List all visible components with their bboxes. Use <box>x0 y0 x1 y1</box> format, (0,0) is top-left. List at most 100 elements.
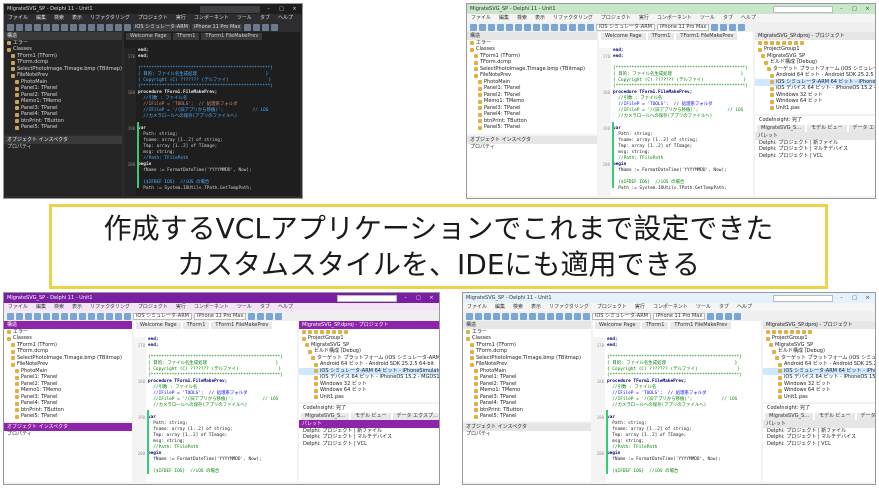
toolbar-button-icon[interactable] <box>511 312 518 320</box>
toolbar-button-icon[interactable] <box>502 312 509 320</box>
device-select[interactable]: iPhone 11 Pro Max <box>657 23 710 31</box>
toolbar-button-icon[interactable] <box>79 23 86 31</box>
toolbar-button-icon[interactable] <box>547 312 554 320</box>
toolbar-button-icon[interactable] <box>275 312 283 320</box>
maximize-button[interactable]: □ <box>414 295 423 302</box>
project-tool-icon[interactable] <box>776 41 780 46</box>
menu-item[interactable]: プロジェクト <box>138 304 168 311</box>
close-button[interactable]: × <box>863 295 872 302</box>
project-tool-icon[interactable] <box>308 330 312 335</box>
menu-item[interactable]: ファイル <box>8 304 28 311</box>
code-text[interactable]: end; end; {*******************************… <box>148 337 297 482</box>
panel-tab[interactable]: データ エクスプ... <box>848 125 875 132</box>
toolbar-button-icon[interactable] <box>479 23 486 31</box>
menu-item[interactable]: 編集 <box>36 304 46 311</box>
menu-item[interactable]: 表示 <box>531 304 541 311</box>
editor-tab[interactable]: TForm1 <box>182 322 210 329</box>
toolbar-button-icon[interactable] <box>257 312 265 320</box>
toolbar-button-icon[interactable] <box>88 312 95 320</box>
structure-tree-item[interactable]: Panel5: TPanel <box>463 413 591 421</box>
panel-tab[interactable]: MigrateSVG_S... <box>765 413 813 420</box>
toolbar-button-icon[interactable] <box>475 312 482 320</box>
toolbar-button-icon[interactable] <box>16 23 23 31</box>
ide-search-input[interactable] <box>337 294 397 302</box>
project-tool-icon[interactable] <box>808 330 812 335</box>
panel-tab[interactable]: データ エクスプ... <box>392 413 439 420</box>
menu-item[interactable]: コンポーネント <box>657 15 692 22</box>
project-tool-icon[interactable] <box>764 41 768 46</box>
menu-item[interactable]: 表示 <box>72 15 82 22</box>
menu-item[interactable]: 表示 <box>72 304 82 311</box>
toolbar-button-icon[interactable] <box>97 23 104 31</box>
editor-tab[interactable]: TForm1 FileMakePrev <box>211 322 273 329</box>
device-select[interactable]: iPhone 11 Pro Max <box>194 312 247 320</box>
toolbar-button-icon[interactable] <box>25 23 32 31</box>
project-tool-icon[interactable] <box>314 330 318 335</box>
inspector-properties-tab[interactable]: プロパティ <box>4 144 122 151</box>
toolbar-button-icon[interactable] <box>506 23 513 31</box>
menu-item[interactable]: ファイル <box>467 304 487 311</box>
toolbar-button-icon[interactable] <box>520 312 527 320</box>
menu-item[interactable]: ヘルプ <box>278 304 293 311</box>
menu-item[interactable]: プロジェクト <box>601 15 631 22</box>
menu-item[interactable]: 編集 <box>499 15 509 22</box>
menu-item[interactable]: リファクタリング <box>90 304 130 311</box>
toolbar-button-icon[interactable] <box>106 312 113 320</box>
menu-item[interactable]: 実行 <box>639 15 649 22</box>
menu-item[interactable]: リファクタリング <box>553 15 593 22</box>
palette-item[interactable]: Delphi: プロジェクト | VCL <box>755 153 875 160</box>
structure-tree-item[interactable]: Panel5: TPanel <box>4 124 122 132</box>
toolbar-button-icon[interactable] <box>565 312 572 320</box>
editor-tab[interactable]: TForm1 <box>641 322 669 329</box>
editor-tab[interactable]: Welcome Page <box>601 33 646 40</box>
editor-tab[interactable]: TForm1 FileMakePrev <box>676 33 738 40</box>
ide-search-input[interactable] <box>200 5 260 13</box>
menu-item[interactable]: リファクタリング <box>90 15 130 22</box>
panel-tab[interactable]: モデル ビュー <box>350 413 391 420</box>
toolbar-button-icon[interactable] <box>515 23 522 31</box>
toolbar-button-icon[interactable] <box>25 312 32 320</box>
menu-item[interactable]: ツール <box>237 15 252 22</box>
project-tree-item[interactable]: Unit1.pas <box>299 394 439 401</box>
toolbar-button-icon[interactable] <box>497 23 504 31</box>
menu-item[interactable]: ヘルプ <box>737 304 752 311</box>
panel-tab[interactable]: MigrateSVG_S... <box>301 413 349 420</box>
menu-item[interactable]: ヘルプ <box>741 15 756 22</box>
platform-select[interactable]: iOS シミュレータ-ARM <box>592 312 652 320</box>
project-tool-icon[interactable] <box>794 41 798 46</box>
editor-tab[interactable]: TForm1 FileMakePrev <box>201 33 263 40</box>
device-select[interactable]: iPhone 11 Pro Max <box>653 312 706 320</box>
project-tool-icon[interactable] <box>796 330 800 335</box>
project-tool-icon[interactable] <box>778 330 782 335</box>
code-text[interactable]: end; end; {*******************************… <box>613 48 753 196</box>
ide-search-input[interactable] <box>773 5 833 13</box>
toolbar-button-icon[interactable] <box>556 312 563 320</box>
toolbar-button-icon[interactable] <box>542 23 549 31</box>
toolbar-button-icon[interactable] <box>43 312 50 320</box>
toolbar-button-icon[interactable] <box>124 312 131 320</box>
project-tree-item[interactable]: Unit1.pas <box>763 394 875 401</box>
toolbar-button-icon[interactable] <box>34 23 41 31</box>
maximize-button[interactable]: □ <box>277 6 286 13</box>
project-tool-icon[interactable] <box>782 41 786 46</box>
toolbar-button-icon[interactable] <box>16 312 23 320</box>
minimize-button[interactable]: – <box>264 6 273 13</box>
editor-tab[interactable]: Welcome Page <box>126 33 171 40</box>
close-button[interactable]: × <box>290 6 299 13</box>
panel-tab[interactable]: MigrateSVG_S... <box>757 125 805 132</box>
toolbar-button-icon[interactable] <box>244 23 252 31</box>
platform-select[interactable]: iOS シミュレータ-ARM <box>133 312 193 320</box>
editor-tab[interactable]: TForm1 FileMakePrev <box>670 322 732 329</box>
menu-item[interactable]: ツール <box>237 304 252 311</box>
panel-tab[interactable]: データ エクスプ... <box>856 413 875 420</box>
minimize-button[interactable]: – <box>837 295 846 302</box>
menu-item[interactable]: 検索 <box>517 15 527 22</box>
toolbar-button-icon[interactable] <box>583 312 590 320</box>
toolbar-button-icon[interactable] <box>707 312 715 320</box>
platform-select[interactable]: iOS シミュレータ-ARM <box>596 23 656 31</box>
project-tool-icon[interactable] <box>320 330 324 335</box>
toolbar-button-icon[interactable] <box>7 23 14 31</box>
toolbar-button-icon[interactable] <box>711 23 719 31</box>
toolbar-button-icon[interactable] <box>560 23 567 31</box>
project-tool-icon[interactable] <box>772 330 776 335</box>
